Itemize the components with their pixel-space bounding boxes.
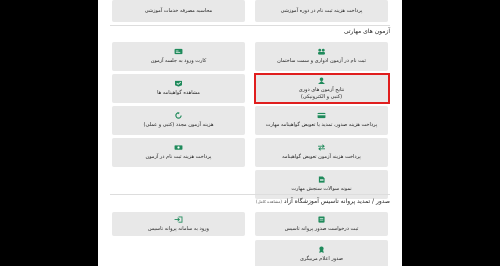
exchange-icon bbox=[318, 144, 325, 151]
card-license-system-login[interactable]: ورود به سامانه پروانه تاسیس bbox=[112, 212, 245, 236]
refresh-icon bbox=[175, 112, 182, 119]
form-icon bbox=[318, 215, 325, 223]
users-icon bbox=[318, 48, 325, 55]
card-register-exam[interactable]: ثبت نام در آزمون ادواری و سمت ساختمان bbox=[255, 42, 388, 71]
card-certificate-renewal-payment[interactable]: پرداخت هزینه صدور، تمدید یا تعویض گواهین… bbox=[255, 106, 388, 135]
card-exam-registration-payment[interactable]: پرداخت هزینه ثبت نام در آزمون bbox=[112, 138, 245, 167]
card-label: کارت ورود به جلسه آزمون bbox=[150, 58, 207, 64]
badge-icon bbox=[319, 246, 324, 253]
card-label: پرداخت هزینه ثبت نام در آزمون bbox=[145, 154, 212, 160]
card-service-calculation[interactable]: محاسبه مصرفه خدمات آموزشی bbox=[112, 0, 245, 22]
card-label: محاسبه مصرفه خدمات آموزشی bbox=[144, 7, 213, 14]
card-label: پرداخت هزینه آزمون تعویض گواهینامه bbox=[282, 154, 361, 160]
page: پرداخت هزینه ثبت نام در دوره آموزشی محاس… bbox=[98, 0, 402, 266]
card-sublabel: (کتبی و الکترونیکی) bbox=[300, 93, 343, 100]
card-entry-card[interactable]: کارت ورود به جلسه آزمون bbox=[112, 42, 245, 71]
card-icon bbox=[317, 112, 326, 119]
card-label: ورود به سامانه پروانه تاسیس bbox=[148, 225, 209, 232]
card-exam-results[interactable]: نتایج آزمون های دوری (کتبی و الکترونیکی) bbox=[255, 74, 388, 103]
card-label: نتایج آزمون های دوری bbox=[298, 86, 345, 93]
card-exchange-exam-payment[interactable]: پرداخت هزینه آزمون تعویض گواهینامه bbox=[255, 138, 388, 167]
result-icon bbox=[318, 76, 325, 84]
document-icon bbox=[318, 176, 325, 183]
section-title-skills: آزمون های مهارتی bbox=[343, 28, 390, 35]
divider bbox=[110, 25, 390, 26]
payment-icon bbox=[174, 145, 183, 150]
card-view-certificates[interactable]: مشاهده گواهینامه ها bbox=[112, 74, 245, 103]
card-label: ثبت نام در آزمون ادواری و سمت ساختمان bbox=[277, 58, 366, 64]
card-label: پرداخت هزینه ثبت نام در دوره آموزشی bbox=[280, 7, 363, 14]
card-label: صدور اعلام مربیگری bbox=[299, 255, 344, 262]
card-label: هزینه آزمون مجدد (کتبی و عملی) bbox=[143, 122, 214, 128]
section-title-text: صدور / تمدید پروانه تاسیس آموزشگاه آزاد bbox=[283, 198, 390, 205]
section-title-note[interactable]: (مشاهده کامل) bbox=[256, 199, 282, 204]
card-license-request[interactable]: ثبت درخواست صدور پروانه تاسیس bbox=[255, 212, 388, 236]
divider bbox=[110, 194, 390, 195]
card-label: مشاهده گواهینامه ها bbox=[157, 90, 200, 96]
card-label: ثبت درخواست صدور پروانه تاسیس bbox=[284, 225, 359, 232]
id-card-icon bbox=[174, 48, 183, 55]
login-icon bbox=[174, 215, 183, 223]
card-label: نمونه سوالات سنجش مهارت bbox=[291, 186, 352, 192]
card-trainer-announcement[interactable]: صدور اعلام مربیگری bbox=[255, 240, 388, 266]
section-title-license: صدور / تمدید پروانه تاسیس آموزشگاه آزاد … bbox=[256, 198, 390, 206]
card-course-payment[interactable]: پرداخت هزینه ثبت نام در دوره آموزشی bbox=[255, 0, 388, 22]
card-label: پرداخت هزینه صدور، تمدید یا تعویض گواهین… bbox=[265, 122, 378, 128]
certificate-icon bbox=[175, 80, 182, 87]
card-retake-fee[interactable]: هزینه آزمون مجدد (کتبی و عملی) bbox=[112, 106, 245, 135]
